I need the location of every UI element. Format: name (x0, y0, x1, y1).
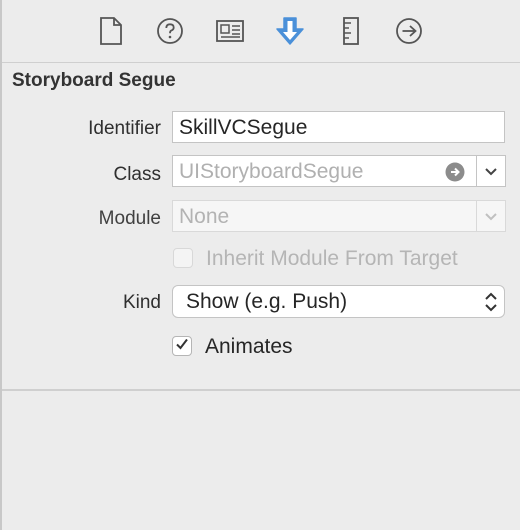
module-label: Module (98, 208, 161, 229)
panel-left-border (0, 0, 2, 530)
quick-help-tab[interactable] (153, 14, 187, 48)
chevron-down-icon (484, 204, 498, 228)
inspector-toolbar (2, 0, 520, 63)
attributes-inspector-tab[interactable] (273, 14, 307, 48)
ruler-icon (342, 17, 360, 45)
identity-card-icon (216, 19, 244, 43)
class-label: Class (113, 164, 161, 185)
chevron-down-icon (484, 159, 498, 183)
module-combo[interactable]: None (172, 200, 506, 232)
animates-checkbox[interactable] (172, 336, 192, 356)
connections-arrow-icon (395, 17, 423, 45)
section-divider (2, 389, 520, 391)
identifier-value: SkillVCSegue (179, 116, 308, 139)
up-down-chevron-icon (484, 291, 498, 319)
go-to-class-arrow-icon[interactable] (445, 162, 465, 188)
class-dropdown-button[interactable] (476, 155, 506, 187)
help-icon (156, 17, 184, 45)
size-inspector-tab[interactable] (334, 14, 368, 48)
class-combo[interactable]: UIStoryboardSegue (172, 155, 506, 187)
animates-label: Animates (205, 335, 293, 358)
inherit-module-label: Inherit Module From Target (206, 247, 458, 270)
module-placeholder: None (179, 205, 230, 228)
file-inspector-tab[interactable] (94, 14, 128, 48)
attributes-arrow-icon (274, 16, 306, 46)
identity-inspector-tab[interactable] (213, 14, 247, 48)
inherit-module-checkbox[interactable] (173, 248, 193, 268)
kind-popup[interactable]: Show (e.g. Push) (172, 285, 505, 318)
checkmark-icon (175, 337, 189, 356)
file-icon (99, 17, 123, 45)
identifier-label: Identifier (88, 118, 161, 139)
connections-inspector-tab[interactable] (392, 14, 426, 48)
section-title: Storyboard Segue (12, 70, 176, 91)
identifier-field[interactable]: SkillVCSegue (172, 111, 505, 143)
module-dropdown-button[interactable] (476, 200, 506, 232)
kind-label: Kind (122, 292, 161, 313)
class-placeholder: UIStoryboardSegue (179, 160, 364, 183)
kind-value: Show (e.g. Push) (186, 290, 348, 313)
